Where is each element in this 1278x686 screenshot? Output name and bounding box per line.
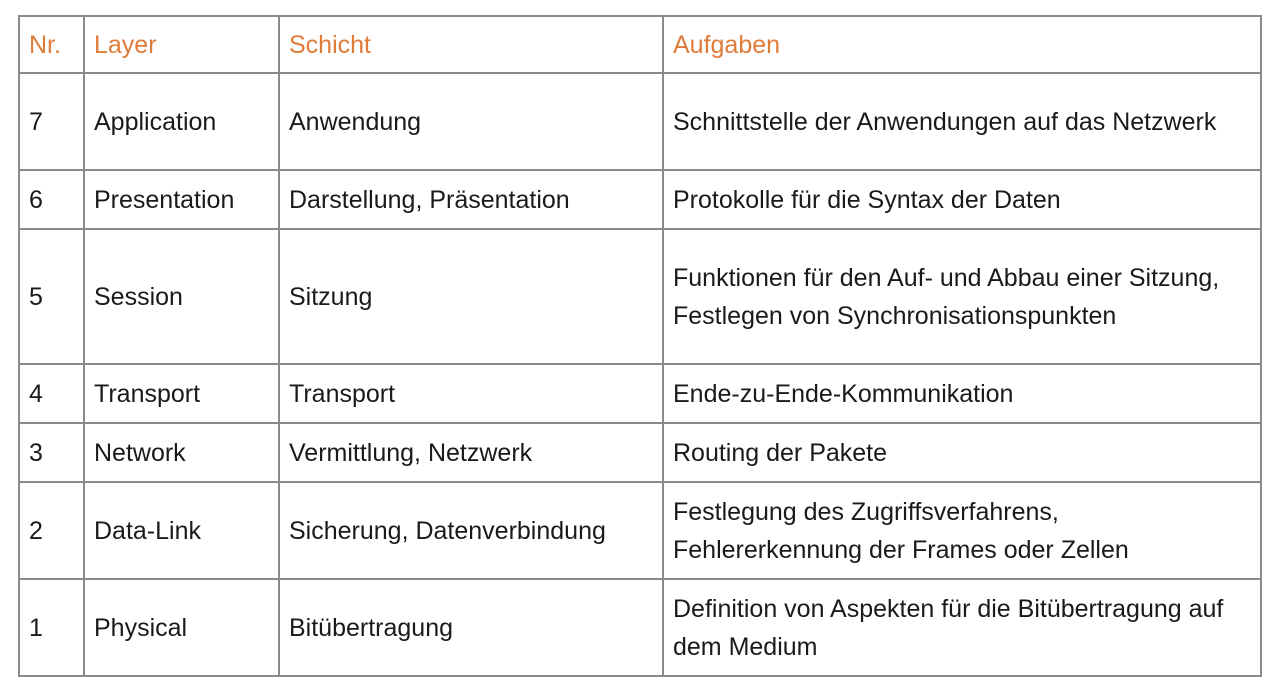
osi-layer-table: Nr. Layer Schicht Aufgaben 7 Application…: [18, 15, 1262, 677]
header-aufgaben: Aufgaben: [662, 15, 1262, 74]
cell-schicht: Sitzung: [278, 228, 664, 365]
cell-nr: 3: [18, 422, 85, 483]
table-row: 1 Physical Bitübertragung Definition von…: [18, 578, 1262, 677]
table-row: 6 Presentation Darstellung, Präsentation…: [18, 169, 1262, 230]
cell-layer: Session: [83, 228, 280, 365]
cell-schicht: Transport: [278, 363, 664, 424]
cell-layer: Data-Link: [83, 481, 280, 580]
cell-schicht: Bitübertragung: [278, 578, 664, 677]
cell-nr: 1: [18, 578, 85, 677]
table-header-row: Nr. Layer Schicht Aufgaben: [18, 15, 1262, 74]
table-row: 5 Session Sitzung Funktionen für den Auf…: [18, 228, 1262, 365]
cell-schicht: Anwendung: [278, 72, 664, 171]
cell-schicht: Darstellung, Präsentation: [278, 169, 664, 230]
cell-nr: 2: [18, 481, 85, 580]
cell-schicht: Sicherung, Datenverbindung: [278, 481, 664, 580]
cell-aufgaben: Protokolle für die Syntax der Daten: [662, 169, 1262, 230]
cell-layer: Application: [83, 72, 280, 171]
cell-nr: 7: [18, 72, 85, 171]
cell-nr: 6: [18, 169, 85, 230]
cell-aufgaben: Ende-zu-Ende-Kommunikation: [662, 363, 1262, 424]
cell-layer: Network: [83, 422, 280, 483]
cell-layer: Physical: [83, 578, 280, 677]
cell-aufgaben: Funktionen für den Auf- und Abbau einer …: [662, 228, 1262, 365]
table-row: 3 Network Vermittlung, Netzwerk Routing …: [18, 422, 1262, 483]
cell-nr: 4: [18, 363, 85, 424]
header-nr: Nr.: [18, 15, 85, 74]
cell-layer: Transport: [83, 363, 280, 424]
cell-aufgaben: Routing der Pakete: [662, 422, 1262, 483]
table-row: 7 Application Anwendung Schnittstelle de…: [18, 72, 1262, 171]
cell-layer: Presentation: [83, 169, 280, 230]
cell-schicht: Vermittlung, Netzwerk: [278, 422, 664, 483]
cell-aufgaben: Festlegung des Zugriffsverfahrens, Fehle…: [662, 481, 1262, 580]
cell-nr: 5: [18, 228, 85, 365]
cell-aufgaben: Schnittstelle der Anwendungen auf das Ne…: [662, 72, 1262, 171]
header-layer: Layer: [83, 15, 280, 74]
table-row: 4 Transport Transport Ende-zu-Ende-Kommu…: [18, 363, 1262, 424]
header-schicht: Schicht: [278, 15, 664, 74]
table-row: 2 Data-Link Sicherung, Datenverbindung F…: [18, 481, 1262, 580]
cell-aufgaben: Definition von Aspekten für die Bitübert…: [662, 578, 1262, 677]
